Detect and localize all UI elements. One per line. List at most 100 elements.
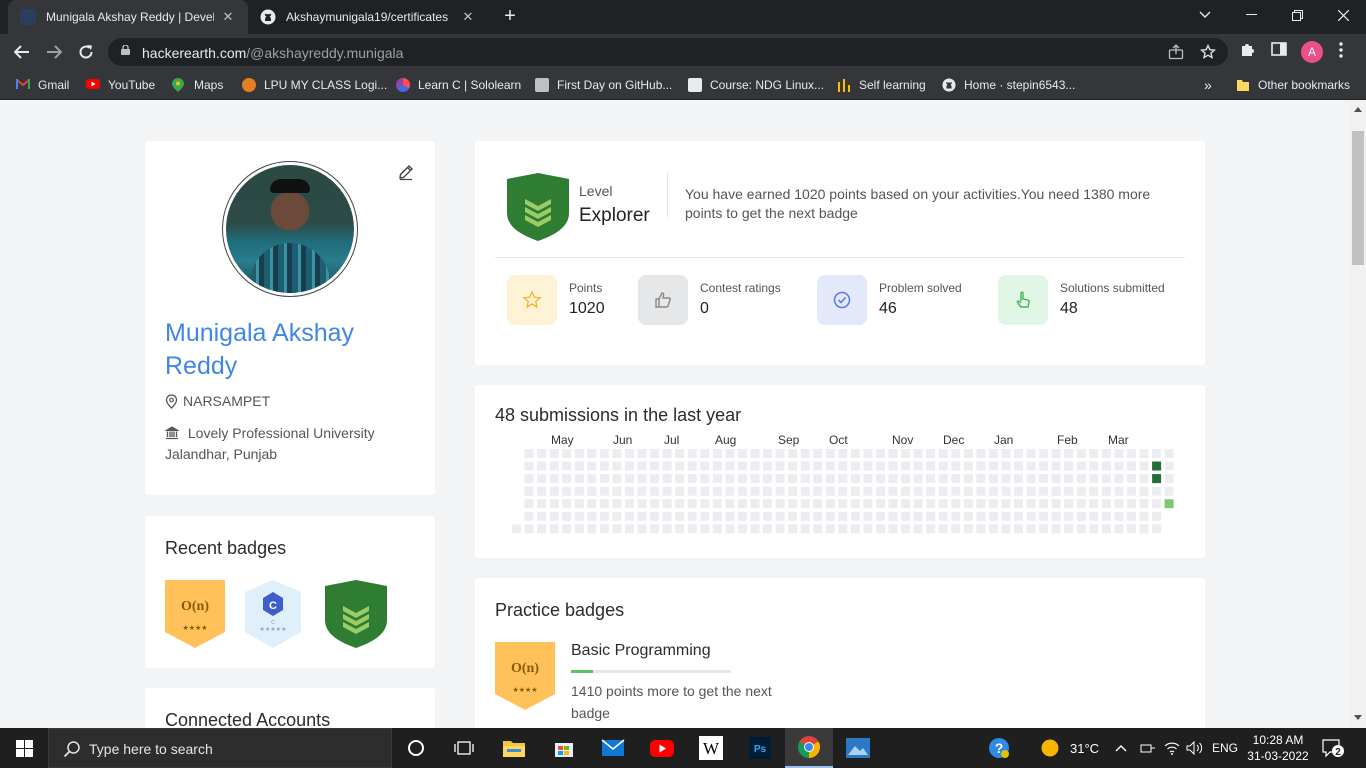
heatmap-cell[interactable] [888,524,898,534]
heatmap-cell[interactable] [976,511,986,521]
heatmap-cell[interactable] [737,524,747,534]
heatmap-cell[interactable] [988,499,998,509]
side-panel-icon[interactable] [1269,42,1289,62]
explorer-level-badge-icon[interactable] [325,580,387,648]
heatmap-cell[interactable] [700,486,710,496]
heatmap-cell[interactable] [612,486,622,496]
heatmap-cell[interactable] [1001,511,1011,521]
heatmap-cell[interactable] [1001,449,1011,458]
heatmap-cell[interactable] [1026,524,1036,534]
heatmap-cell[interactable] [700,499,710,509]
heatmap-cell[interactable] [1164,449,1174,458]
heatmap-cell[interactable] [599,499,609,509]
heatmap-cell[interactable] [963,461,973,471]
tab-hackerearth-profile[interactable]: Munigala Akshay Reddy | Develo ✕ [8,0,248,34]
weather-widget[interactable]: 31°C [1040,728,1099,768]
windows-start-icon[interactable] [0,728,48,768]
heatmap-cell[interactable] [537,461,547,471]
heatmap-cell[interactable] [963,449,973,458]
heatmap-cell[interactable] [901,474,911,484]
heatmap-cell[interactable] [1064,486,1074,496]
chrome-menu-icon[interactable] [1331,42,1351,62]
bookmark-youtube[interactable]: YouTube [86,76,155,94]
heatmap-cell[interactable] [1014,511,1023,521]
heatmap-cell[interactable] [549,511,559,521]
heatmap-cell[interactable] [662,499,672,509]
heatmap-cell[interactable] [913,461,923,471]
heatmap-cell[interactable] [549,474,559,484]
heatmap-cell[interactable] [1152,474,1162,484]
new-tab-button[interactable]: + [498,5,522,29]
heatmap-cell[interactable] [599,474,609,484]
heatmap-cell[interactable] [650,474,660,484]
heatmap-cell[interactable] [624,524,634,534]
heatmap-cell[interactable] [1076,511,1086,521]
heatmap-cell[interactable] [599,461,609,471]
bookmark-ndg-linux[interactable]: Course: NDG Linux... [688,76,824,94]
heatmap-cell[interactable] [1127,461,1136,471]
heatmap-cell[interactable] [524,486,534,496]
heatmap-cell[interactable] [863,524,873,534]
heatmap-cell[interactable] [537,449,547,458]
heatmap-cell[interactable] [800,449,810,458]
complexity-badge-icon[interactable]: O(n) ★★★★ [165,580,225,648]
heatmap-cell[interactable] [926,499,936,509]
heatmap-cell[interactable] [1039,449,1049,458]
heatmap-cell[interactable] [675,524,685,534]
heatmap-cell[interactable] [1064,511,1074,521]
heatmap-cell[interactable] [599,486,609,496]
heatmap-cell[interactable] [963,511,973,521]
heatmap-cell[interactable] [1152,486,1162,496]
heatmap-cell[interactable] [1064,461,1074,471]
heatmap-cell[interactable] [587,461,597,471]
heatmap-cell[interactable] [788,511,798,521]
extensions-puzzle-icon[interactable] [1237,42,1257,62]
heatmap-cell[interactable] [737,486,747,496]
photos-icon[interactable] [834,728,882,768]
heatmap-cell[interactable] [813,461,823,471]
heatmap-cell[interactable] [800,524,810,534]
heatmap-cell[interactable] [574,449,584,458]
heatmap-cell[interactable] [675,474,685,484]
heatmap-cell[interactable] [1014,524,1023,534]
wikipedia-icon[interactable]: W [687,728,735,768]
heatmap-cell[interactable] [737,449,747,458]
heatmap-cell[interactable] [1127,499,1136,509]
heatmap-cell[interactable] [951,499,961,509]
chrome-icon[interactable] [785,728,833,768]
heatmap-cell[interactable] [901,499,911,509]
heatmap-cell[interactable] [700,524,710,534]
heatmap-cell[interactable] [1164,486,1174,496]
heatmap-cell[interactable] [1076,474,1086,484]
heatmap-cell[interactable] [951,449,961,458]
heatmap-cell[interactable] [938,511,948,521]
heatmap-cell[interactable] [1039,486,1049,496]
heatmap-cell[interactable] [1064,449,1074,458]
heatmap-cell[interactable] [562,461,572,471]
heatmap-cell[interactable] [750,499,760,509]
heatmap-cell[interactable] [512,524,521,534]
heatmap-cell[interactable] [1164,461,1174,471]
heatmap-cell[interactable] [675,461,685,471]
heatmap-cell[interactable] [1127,449,1136,458]
heatmap-cell[interactable] [788,499,798,509]
heatmap-cell[interactable] [1001,461,1011,471]
heatmap-cell[interactable] [988,511,998,521]
heatmap-cell[interactable] [1076,524,1086,534]
heatmap-cell[interactable] [737,511,747,521]
heatmap-cell[interactable] [750,511,760,521]
heatmap-cell[interactable] [1152,511,1162,521]
heatmap-cell[interactable] [1076,461,1086,471]
heatmap-cell[interactable] [913,449,923,458]
heatmap-cell[interactable] [1051,499,1061,509]
heatmap-cell[interactable] [1139,449,1149,458]
heatmap-cell[interactable] [1089,449,1099,458]
heatmap-cell[interactable] [599,524,609,534]
heatmap-cell[interactable] [1139,511,1149,521]
heatmap-cell[interactable] [863,474,873,484]
heatmap-cell[interactable] [938,461,948,471]
heatmap-cell[interactable] [1127,474,1136,484]
heatmap-cell[interactable] [725,474,735,484]
heatmap-cell[interactable] [750,461,760,471]
heatmap-cell[interactable] [562,486,572,496]
